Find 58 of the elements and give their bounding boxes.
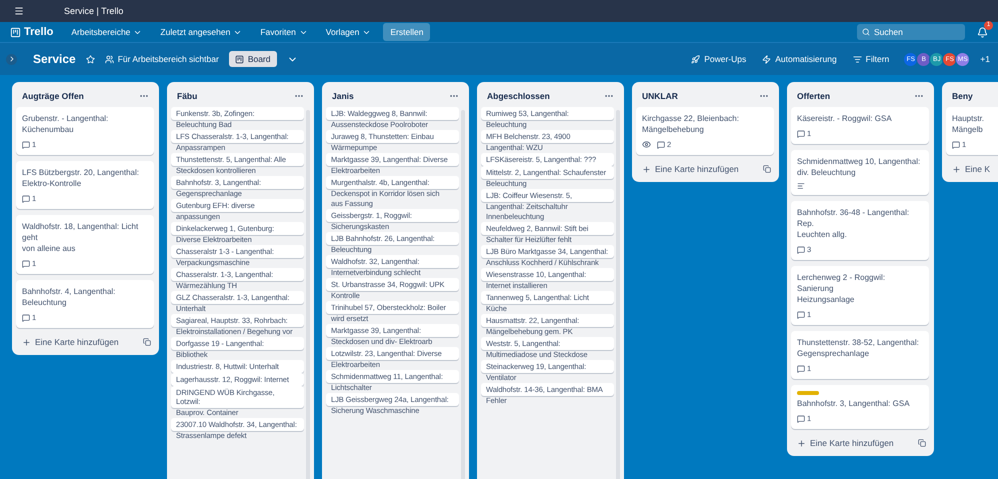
comment-icon	[797, 130, 805, 138]
comment-icon	[22, 140, 30, 148]
add-card-button[interactable]: Eine K	[952, 164, 990, 174]
add-card-button[interactable]: Eine Karte hinzufügen	[642, 164, 739, 174]
list-title: Fäbu	[177, 90, 198, 100]
comment-icon	[22, 194, 30, 202]
search-icon	[862, 28, 870, 36]
plus-icon	[797, 438, 806, 448]
board-view-button[interactable]: Board	[228, 51, 276, 67]
description-icon	[797, 182, 805, 190]
plus-icon	[22, 338, 31, 346]
add-card-button[interactable]: Eine Karte hinzufügen	[797, 438, 894, 448]
nav-menu[interactable]: Vorlagen	[320, 27, 378, 37]
eye-icon	[642, 140, 651, 149]
nav-menu[interactable]: Zuletzt angesehen	[154, 27, 248, 37]
comment-icon	[657, 140, 665, 148]
lightning-icon	[762, 54, 772, 64]
comment-icon	[952, 140, 960, 148]
list-title: Augträge Offen	[22, 90, 84, 100]
comment-icon	[22, 314, 30, 322]
plus-icon	[952, 164, 961, 174]
window-title: Service | Trello	[64, 6, 124, 16]
logo-text: Trello	[24, 26, 54, 38]
template-icon[interactable]	[918, 439, 926, 447]
rocket-icon	[691, 54, 700, 64]
list-title: Janis	[332, 90, 354, 100]
comment-icon	[797, 364, 805, 372]
comment-icon	[797, 310, 805, 318]
menu-icon[interactable]	[14, 6, 24, 16]
star-icon[interactable]	[86, 54, 95, 64]
board-title: Service	[33, 52, 76, 66]
board-action[interactable]: Automatisierung	[762, 54, 837, 64]
board-action[interactable]: Power-Ups	[691, 54, 746, 64]
card[interactable]: Schmidenmattweg 10, Langenthal: div. Beleuchtung	[791, 150, 929, 195]
template-icon[interactable]	[763, 165, 771, 173]
template-icon[interactable]	[143, 338, 151, 346]
comment-icon	[797, 414, 805, 422]
list-title: UNKLAR	[642, 90, 678, 100]
comment-icon	[797, 246, 805, 254]
board-icon	[234, 54, 244, 64]
more-members: +1	[980, 54, 990, 64]
nav-menu[interactable]: Favoriten	[254, 27, 314, 37]
plus-icon	[642, 164, 651, 174]
bell-icon[interactable]	[977, 26, 988, 38]
sidebar-toggle[interactable]	[6, 54, 17, 64]
filter-icon	[852, 54, 862, 64]
add-card-button[interactable]: Eine Karte hinzufügen	[22, 337, 119, 347]
search-field[interactable]: Suchen	[857, 24, 965, 40]
people-icon	[104, 54, 114, 64]
comment-icon	[22, 260, 30, 268]
list-title: Offerten	[797, 90, 830, 100]
nav-menu[interactable]: Arbeitsbereiche	[65, 27, 148, 37]
visibility-button[interactable]: Für Arbeitsbereich sichtbar	[104, 54, 219, 64]
logo-icon	[10, 26, 21, 38]
list-title: Abgeschlossen	[487, 90, 550, 100]
list-title: Beny	[952, 90, 973, 100]
board-action[interactable]: Filtern	[852, 54, 890, 64]
create-button[interactable]: Erstellen	[383, 23, 430, 41]
